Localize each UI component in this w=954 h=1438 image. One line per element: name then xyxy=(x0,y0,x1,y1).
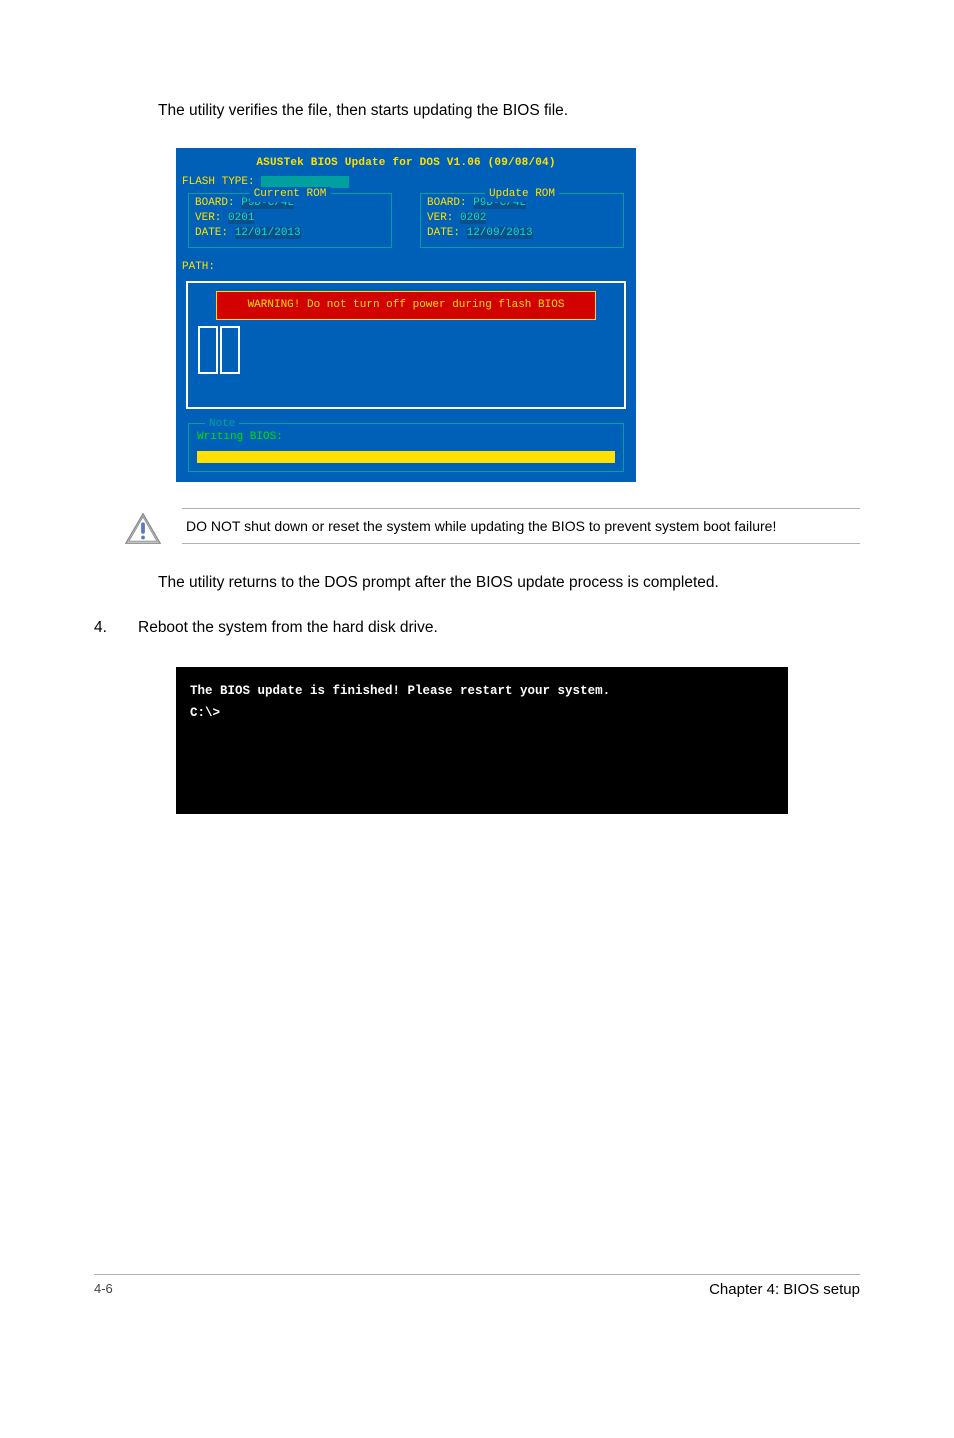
path-label: PATH: xyxy=(176,258,636,277)
terminal-line-1: The BIOS update is finished! Please rest… xyxy=(190,681,774,702)
warning-container: WARNING! Do not turn off power during fl… xyxy=(186,281,626,409)
upd-date-val: 12/09/2013 xyxy=(467,227,533,239)
chapter-title: Chapter 4: BIOS setup xyxy=(709,1281,860,1298)
warning-box: WARNING! Do not turn off power during fl… xyxy=(216,291,596,320)
note-box: Note Writing BIOS: xyxy=(188,423,624,472)
upd-date-key: DATE: xyxy=(427,227,467,239)
progress-bar xyxy=(197,451,615,463)
dos-prompt-terminal: The BIOS update is finished! Please rest… xyxy=(176,667,788,814)
small-white-box-2 xyxy=(220,326,240,374)
cur-ver-key: VER: xyxy=(195,212,228,224)
small-white-box-1 xyxy=(198,326,218,374)
upd-board-key: BOARD: xyxy=(427,197,473,209)
page-number: 4-6 xyxy=(94,1281,113,1298)
flash-type-value: MXIC 25L1605A xyxy=(261,176,349,188)
cur-date-key: DATE: xyxy=(195,227,235,239)
bios-update-dos-window: ASUSTek BIOS Update for DOS V1.06 (09/08… xyxy=(176,148,636,482)
update-rom-box: Update ROM BOARD: P9D-C/4L VER: 0202 DAT… xyxy=(420,193,624,248)
update-rom-legend: Update ROM xyxy=(485,187,559,202)
note-legend: Note xyxy=(205,417,239,432)
step-4-text: Reboot the system from the hard disk dri… xyxy=(138,619,438,637)
dos-title: ASUSTek BIOS Update for DOS V1.06 (09/08… xyxy=(176,148,636,175)
instruction-line-2: The utility returns to the DOS prompt af… xyxy=(158,572,860,594)
current-rom-box: Current ROM BOARD: P9D-C/4L VER: 0201 DA… xyxy=(188,193,392,248)
caution-icon xyxy=(124,512,162,546)
current-rom-legend: Current ROM xyxy=(250,187,331,202)
upd-ver-key: VER: xyxy=(427,212,460,224)
cur-date-val: 12/01/2013 xyxy=(235,227,301,239)
upd-ver-val: 0202 xyxy=(460,212,486,224)
cur-board-key: BOARD: xyxy=(195,197,241,209)
cur-ver-val: 0201 xyxy=(228,212,254,224)
writing-bios-label: Writing BIOS: xyxy=(197,430,615,445)
step-4-number: 4. xyxy=(94,619,110,637)
flash-type-label: FLASH TYPE: xyxy=(182,176,255,188)
caution-text: DO NOT shut down or reset the system whi… xyxy=(182,508,860,545)
terminal-line-2: C:\> xyxy=(190,703,774,724)
instruction-line-1: The utility verifies the file, then star… xyxy=(158,100,860,122)
